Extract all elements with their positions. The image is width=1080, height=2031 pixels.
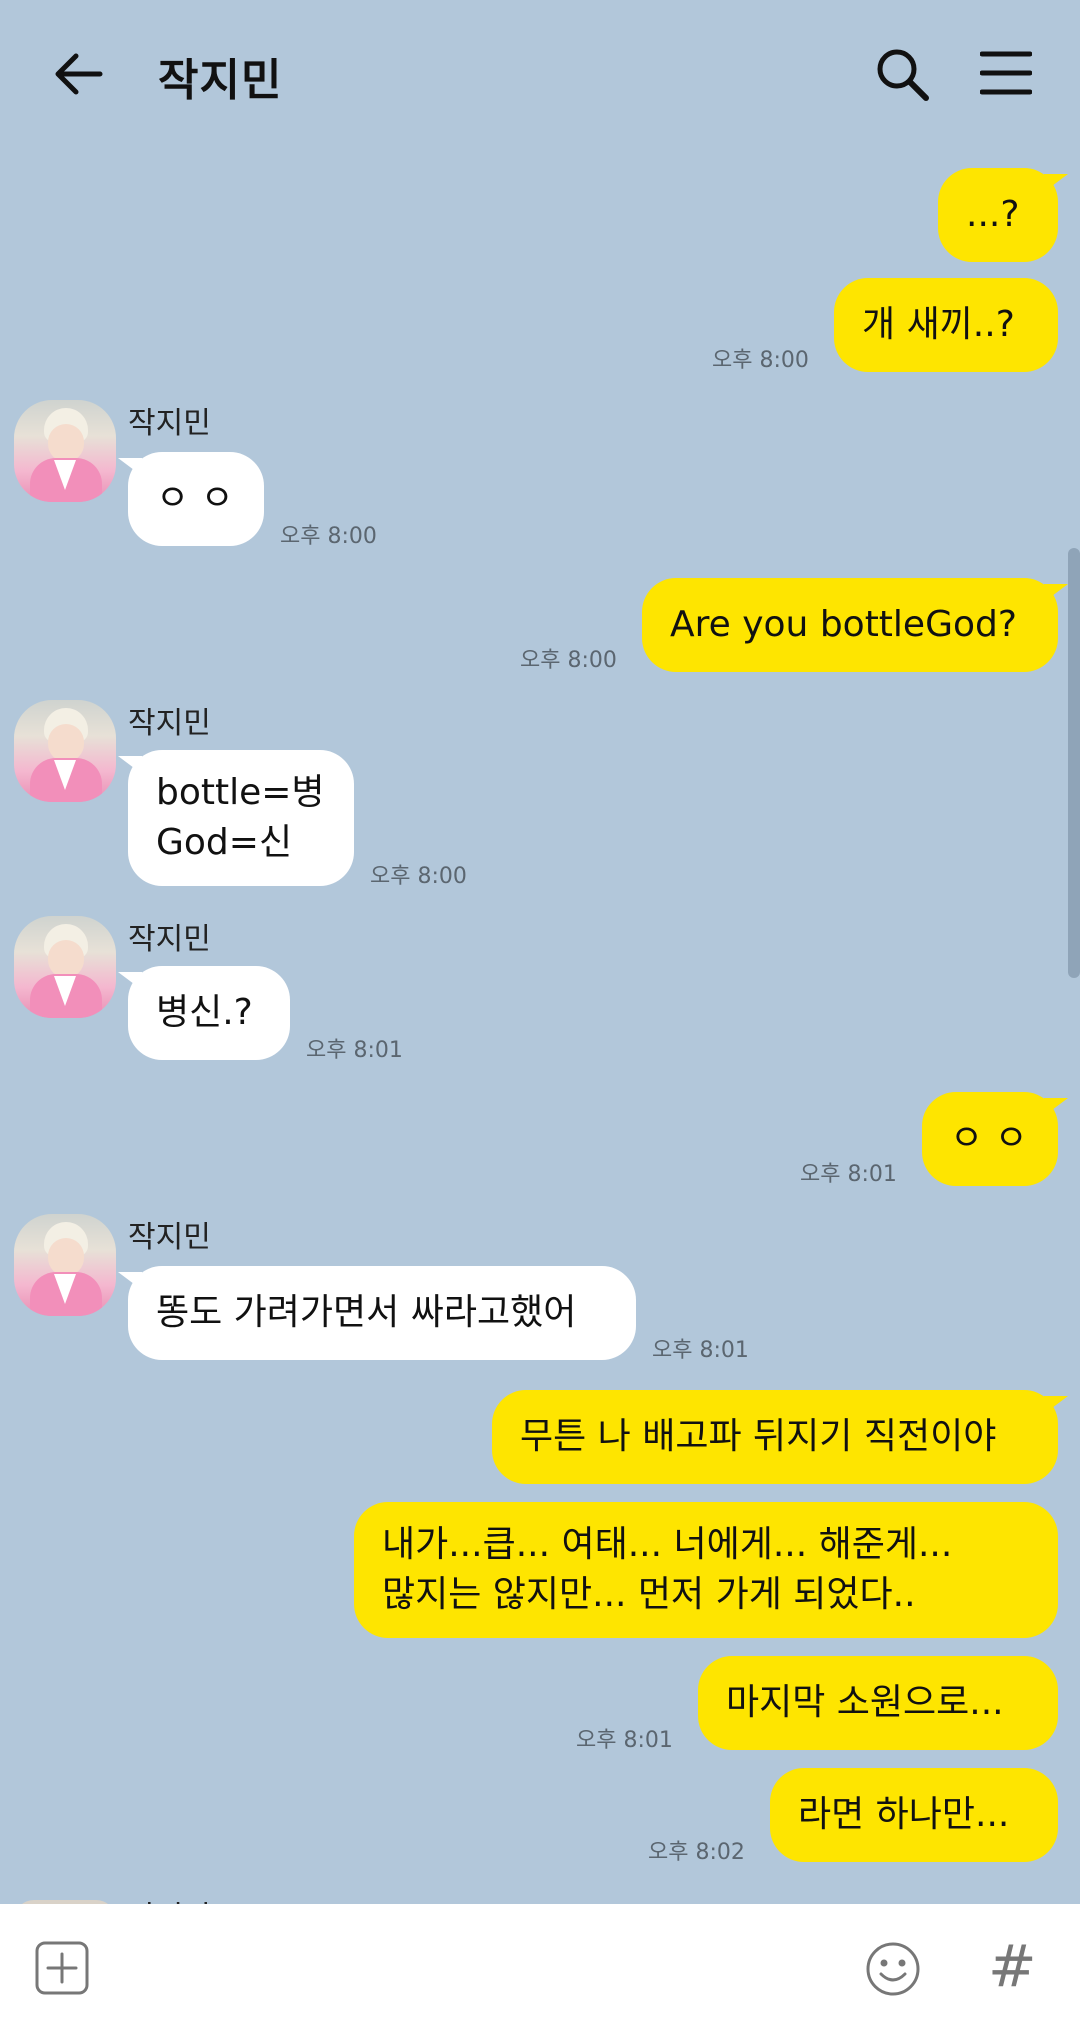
message-time: 오후 8:00: [280, 524, 377, 549]
message-list[interactable]: ...? 개 새끼..? 오후 8:00 작지민 ㅇ ㅇ 오후 8:00 Are…: [0, 150, 1080, 1904]
sender-name: 작지민: [128, 406, 211, 441]
avatar[interactable]: [14, 1214, 116, 1316]
hashtag-button[interactable]: #: [988, 1932, 1037, 2000]
message-text: 라면 하나만...: [798, 1794, 1010, 1835]
emoji-smile-icon[interactable]: [864, 1940, 922, 1998]
my-message-bubble[interactable]: 마지막 소원으로...: [698, 1656, 1058, 1750]
sender-name: 작지민: [128, 706, 211, 741]
message-text: ㅇ ㅇ: [156, 478, 234, 519]
hamburger-menu-icon[interactable]: [980, 48, 1032, 98]
message-text: 개 새끼..?: [862, 304, 1015, 345]
message-time: 오후 8:01: [306, 1038, 403, 1063]
message-time: 오후 8:01: [576, 1728, 673, 1753]
other-message-bubble[interactable]: ㅇ ㅇ: [118, 452, 264, 546]
other-message-bubble[interactable]: bottle=병 God=신: [118, 750, 354, 886]
message-time: 오후 8:00: [712, 348, 809, 373]
message-text: 병신.?: [156, 992, 253, 1033]
my-message-bubble[interactable]: 내가...큽... 여태... 너에게... 해준게... 많지는 않지만...…: [354, 1502, 1058, 1638]
other-message-bubble[interactable]: 병신.?: [118, 966, 290, 1060]
message-text: 내가...큽... 여태... 너에게... 해준게... 많지는 않지만...…: [382, 1524, 953, 1615]
message-time: 오후 8:01: [800, 1162, 897, 1187]
my-message-bubble[interactable]: 무튼 나 배고파 뒤지기 직전이야: [492, 1390, 1068, 1484]
message-text: ...?: [966, 194, 1020, 235]
message-text: ㅇ ㅇ: [950, 1118, 1028, 1159]
input-bar: #: [0, 1904, 1080, 2031]
message-text: 똥도 가려가면서 싸라고했어: [156, 1292, 577, 1333]
scrollbar[interactable]: [1068, 548, 1080, 978]
message-text: 마지막 소원으로...: [726, 1682, 1004, 1723]
message-time: 오후 8:00: [370, 864, 467, 889]
sender-name: 작지민: [128, 922, 211, 957]
other-message-bubble[interactable]: 똥도 가려가면서 싸라고했어: [118, 1266, 636, 1360]
message-text: 무튼 나 배고파 뒤지기 직전이야: [520, 1416, 997, 1457]
search-icon[interactable]: [872, 44, 932, 104]
avatar[interactable]: [14, 400, 116, 502]
chat-header: 작지민: [0, 0, 1080, 150]
chat-title: 작지민: [158, 55, 283, 106]
sender-name: 작지민: [128, 1892, 211, 1904]
my-message-bubble[interactable]: ㅇ ㅇ: [922, 1092, 1068, 1186]
my-message-bubble[interactable]: ...?: [938, 168, 1068, 262]
message-time: 오후 8:01: [652, 1338, 749, 1363]
message-time: 오후 8:00: [520, 648, 617, 673]
avatar[interactable]: [14, 916, 116, 1018]
my-message-bubble[interactable]: 라면 하나만...: [770, 1768, 1058, 1862]
my-message-bubble[interactable]: 개 새끼..?: [834, 278, 1058, 372]
message-time: 오후 8:02: [648, 1840, 745, 1865]
plus-box-icon[interactable]: [34, 1940, 90, 1996]
sender-name: 작지민: [128, 1220, 211, 1255]
my-message-bubble[interactable]: Are you bottleGod?: [642, 578, 1068, 672]
arrow-left-icon[interactable]: [50, 46, 106, 102]
avatar[interactable]: [14, 700, 116, 802]
message-text: Are you bottleGod?: [670, 604, 1017, 645]
message-text: bottle=병 God=신: [156, 772, 325, 863]
